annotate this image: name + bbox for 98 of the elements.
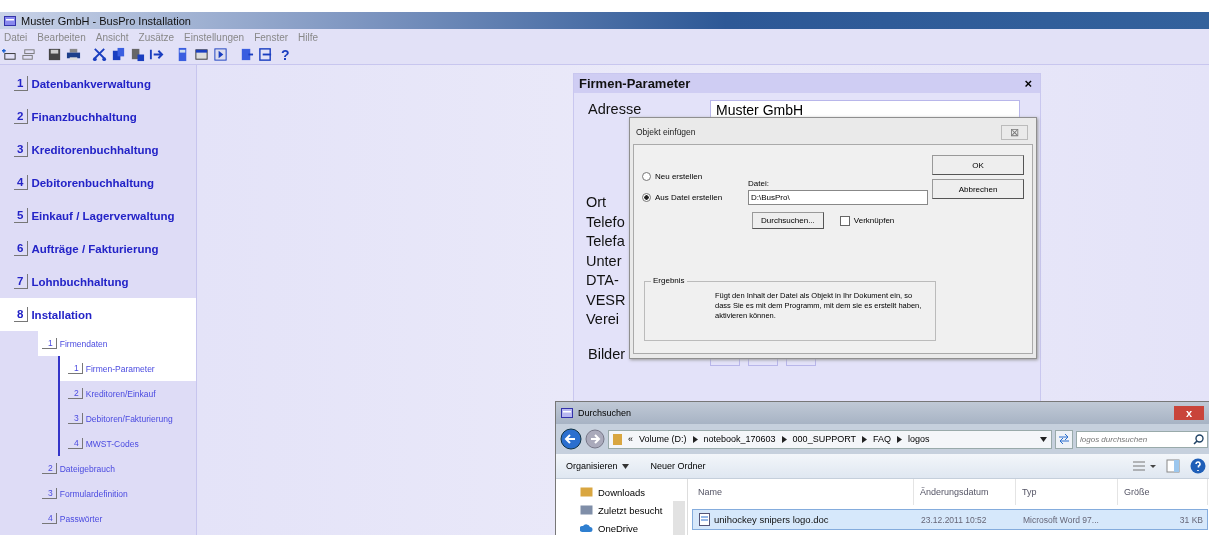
navigation-item[interactable]: Zuletzt besucht bbox=[580, 501, 687, 519]
arrow-icon[interactable] bbox=[149, 47, 164, 62]
breadcrumb-item[interactable]: logos bbox=[908, 434, 930, 444]
close-button[interactable]: ⊠ bbox=[1001, 124, 1028, 140]
sidebar-item[interactable]: 1 Datenbankverwaltung bbox=[0, 67, 196, 100]
play-icon[interactable] bbox=[213, 47, 228, 62]
window-icon bbox=[561, 408, 573, 418]
close-button[interactable]: x bbox=[1173, 406, 1204, 420]
window-icon bbox=[4, 15, 16, 26]
sidebar-item[interactable]: 2 Finanzbuchhaltung bbox=[0, 100, 196, 133]
field-label: Verei bbox=[586, 310, 620, 329]
field-label: VESR bbox=[586, 290, 626, 310]
navigation-item[interactable]: Downloads bbox=[580, 483, 687, 501]
sidebar-item[interactable]: 8 Installation bbox=[0, 298, 196, 331]
radio-option[interactable]: Aus Datei erstellen bbox=[642, 193, 723, 202]
panel-title: Firmen-Parameter bbox=[579, 76, 691, 91]
breadcrumb-item[interactable]: FAQ bbox=[873, 434, 891, 444]
radio-indicator[interactable] bbox=[642, 193, 651, 202]
sidebar-subitem[interactable]: 4 Passwörter bbox=[0, 506, 196, 531]
sidebar-item[interactable]: 4 Debitorenbuchhaltung bbox=[0, 166, 196, 199]
file-row[interactable]: unihockey snipers logo.doc 23.12.2011 10:52 Microsoft Word 97... 31 KB bbox=[692, 509, 1208, 530]
command-button[interactable]: Neuer Ordner bbox=[650, 461, 706, 471]
document-icon[interactable] bbox=[239, 47, 254, 62]
sidebar-subitem[interactable]: 3 Formulardefinition bbox=[0, 481, 196, 506]
folder-icon bbox=[580, 486, 593, 498]
calendar-icon[interactable] bbox=[194, 47, 209, 62]
sidebar-subitem[interactable]: 3 Debitoren/Fakturierung bbox=[60, 406, 196, 431]
close-button[interactable]: × bbox=[1024, 76, 1032, 91]
chevron-icon[interactable] bbox=[781, 435, 787, 443]
field-label: Adresse bbox=[588, 100, 643, 119]
sidebar-item[interactable]: 6 Aufträge / Fakturierung bbox=[0, 232, 196, 265]
recent-places-icon bbox=[580, 504, 593, 516]
navigation-item[interactable]: OneDrive bbox=[580, 519, 687, 535]
field-label: Telefa bbox=[586, 232, 625, 251]
folder-icon bbox=[613, 433, 622, 445]
table-cell: unihockey snipers logo.doc bbox=[693, 513, 915, 526]
chevron-icon[interactable] bbox=[862, 435, 867, 443]
chevron-icon[interactable] bbox=[692, 435, 698, 443]
save-icon[interactable] bbox=[47, 47, 62, 62]
copy-icon[interactable] bbox=[111, 47, 126, 62]
paste-icon[interactable] bbox=[130, 47, 145, 62]
file-path-field[interactable]: D:\BusPro\ bbox=[748, 190, 928, 205]
checkbox[interactable] bbox=[839, 215, 850, 226]
dropdown-icon[interactable] bbox=[1040, 436, 1047, 442]
field-label: Unter bbox=[586, 251, 622, 271]
column-header[interactable]: Änderungsdatum bbox=[914, 479, 1016, 505]
cut-icon[interactable] bbox=[92, 47, 107, 62]
forward-button[interactable] bbox=[585, 429, 605, 449]
table-cell-text: 31 KB bbox=[1178, 514, 1204, 525]
ok-button[interactable]: OK bbox=[932, 155, 1024, 175]
sidebar-subitem[interactable]: 4 MWST-Codes bbox=[60, 431, 196, 456]
dialog-title: Objekt einfügen bbox=[636, 127, 696, 137]
sidebar-subitem[interactable]: 2 Kreditoren/Einkauf bbox=[60, 381, 196, 406]
sidebar-subitem[interactable]: 2 Dateigebrauch bbox=[0, 456, 196, 481]
window-title: Durchsuchen bbox=[578, 408, 633, 418]
sidebar-subitem[interactable]: 1 Firmen-Parameter bbox=[60, 356, 196, 381]
sidebar-item[interactable]: 7 Lohnbuchhaltung bbox=[0, 265, 196, 298]
column-header[interactable]: Typ bbox=[1016, 479, 1118, 505]
address-field[interactable]: Muster GmbH bbox=[710, 99, 1020, 120]
window-title: Muster GmbH - BusPro Installation bbox=[21, 14, 191, 27]
command-button[interactable]: Organisieren bbox=[566, 461, 618, 471]
column-header[interactable]: Name bbox=[692, 479, 914, 505]
field-label: Datei: bbox=[748, 179, 770, 188]
breadcrumb-item[interactable]: notebook_170603 bbox=[703, 434, 776, 444]
exit-icon[interactable] bbox=[258, 47, 273, 62]
radio-option[interactable]: Neu erstellen bbox=[642, 172, 723, 181]
refresh-button[interactable] bbox=[1055, 429, 1073, 449]
view-options-icon[interactable] bbox=[1132, 460, 1156, 472]
chevron-icon[interactable] bbox=[897, 435, 902, 443]
field-label: Telefo bbox=[586, 212, 625, 232]
document-icon bbox=[699, 513, 710, 526]
field-label: Bilder bbox=[588, 345, 627, 364]
help-button[interactable]: ? bbox=[277, 46, 294, 63]
sidebar-subitem[interactable]: 1 Firmendaten bbox=[38, 331, 196, 356]
help-icon[interactable] bbox=[1190, 458, 1206, 474]
search-field[interactable]: logos durchsuchen bbox=[1076, 430, 1208, 448]
cloud-icon bbox=[580, 522, 593, 534]
radio-indicator[interactable] bbox=[642, 172, 651, 181]
link-checkbox[interactable]: Verknüpfen bbox=[839, 215, 895, 226]
refresh-icon bbox=[1058, 434, 1070, 444]
column-header[interactable]: Größe bbox=[1118, 479, 1208, 505]
new-record-icon[interactable] bbox=[2, 47, 17, 62]
browse-button[interactable]: Durchsuchen... bbox=[752, 212, 824, 229]
field-label: DTA- bbox=[586, 271, 619, 290]
sidebar-item[interactable]: 5 Einkauf / Lagerverwaltung bbox=[0, 199, 196, 232]
breadcrumb-item[interactable]: Volume (D:) bbox=[639, 434, 687, 444]
table-cell-text: Microsoft Word 97... bbox=[1022, 514, 1100, 525]
group-title: Ergebnis bbox=[651, 276, 687, 285]
sidebar-item[interactable]: 3 Kreditorenbuchhaltung bbox=[0, 133, 196, 166]
search-icon bbox=[1193, 433, 1204, 445]
field-label: Ort bbox=[586, 193, 607, 212]
table-cell-text: 23.12.2011 10:52 bbox=[920, 514, 988, 525]
cancel-button[interactable]: Abbrechen bbox=[932, 179, 1024, 199]
address-bar[interactable]: « Volume (D:) notebook_170603 000_SUPPORT FAQ logos bbox=[608, 429, 1052, 449]
breadcrumb-item[interactable]: 000_SUPPORT bbox=[792, 434, 856, 444]
caret-icon[interactable] bbox=[621, 463, 629, 469]
back-button[interactable] bbox=[560, 428, 582, 450]
printer-icon[interactable] bbox=[66, 47, 81, 62]
